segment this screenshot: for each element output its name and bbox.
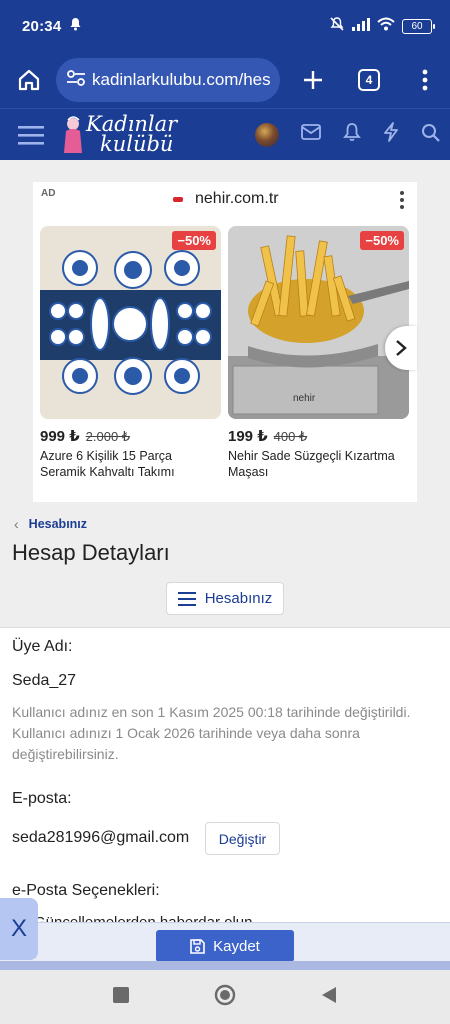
username-hint: Kullanıcı adınız en son 1 Kasım 2025 00:…: [12, 704, 411, 762]
home-icon: [18, 69, 40, 91]
ad-label: AD: [41, 188, 56, 199]
url-text: kadinlarkulubu.com/hesap: [92, 70, 270, 89]
chevron-left-icon: ‹: [14, 516, 19, 532]
notification-bell-icon: [69, 17, 82, 35]
product-title: Azure 6 Kişilik 15 Parça Seramik Kahvalt…: [40, 449, 175, 479]
save-bar: Kaydet: [0, 922, 450, 970]
username-label: Üye Adı:: [12, 638, 73, 655]
inbox-icon[interactable]: [301, 124, 321, 145]
product-image-fry-tongs: nehir −50%: [228, 226, 409, 419]
recents-button[interactable]: [112, 986, 129, 1008]
back-button[interactable]: [321, 986, 337, 1009]
product-price: 999 ₺: [40, 428, 80, 445]
username-value: Seda_27: [12, 672, 77, 689]
chevron-right-icon: [396, 340, 407, 356]
logo-figure-icon: [64, 115, 82, 153]
email-option-label: Güncellemelerden haberdar olun: [34, 914, 252, 922]
ad-product-2[interactable]: nehir −50% 199 ₺ 400 ₺ Nehir Sade Süzgeç…: [228, 226, 409, 480]
status-bar: 20:34 60: [0, 0, 450, 52]
site-settings-icon[interactable]: [66, 69, 86, 92]
mute-icon: [329, 16, 345, 36]
logo-line2: kulübü: [100, 131, 174, 156]
hamburger-icon: [18, 125, 44, 145]
svg-text:nehir: nehir: [293, 393, 316, 404]
product-title: Nehir Sade Süzgeçli Kızartma Maşası: [228, 449, 395, 479]
alerts-bell-icon[interactable]: [343, 122, 361, 147]
email-label: E-posta:: [12, 790, 72, 807]
battery-indicator: 60: [402, 18, 435, 34]
account-details-form: Üye Adı: Seda_27 Kullanıcı adınız en son…: [0, 628, 450, 922]
home-nav-button[interactable]: [214, 984, 236, 1011]
discount-badge: −50%: [360, 231, 404, 250]
site-header: Kadınlar kulübü: [0, 108, 450, 160]
ad-product-1[interactable]: −50% 999 ₺ 2.000 ₺ Azure 6 Kişilik 15 Pa…: [40, 226, 221, 480]
save-disk-icon: [190, 938, 205, 954]
page-content: AD nehir.com.tr −50% 999 ₺ 2.000 ₺ Azure…: [0, 160, 450, 922]
hamburger-menu-button[interactable]: [16, 120, 46, 150]
status-time: 20:34: [22, 17, 62, 35]
ad-options-button[interactable]: [399, 190, 405, 215]
signal-icon: [352, 17, 370, 35]
system-nav-bar: [0, 970, 450, 1024]
new-tab-button[interactable]: [298, 65, 328, 95]
bottom-strip: [0, 961, 450, 970]
product-old-price: 400 ₺: [273, 429, 308, 444]
product-price: 199 ₺: [228, 428, 268, 445]
site-logo[interactable]: Kadınlar kulübü: [62, 113, 177, 156]
whats-new-bolt-icon[interactable]: [383, 122, 399, 147]
product-image-tableware: −50%: [40, 226, 221, 419]
tab-switcher-button[interactable]: 4: [354, 65, 384, 95]
breadcrumb[interactable]: ‹ Hesabınız: [14, 516, 87, 532]
breadcrumb-link[interactable]: Hesabınız: [29, 517, 87, 531]
ad-card[interactable]: AD nehir.com.tr −50% 999 ₺ 2.000 ₺ Azure…: [33, 182, 417, 502]
search-icon[interactable]: [421, 123, 440, 147]
page-title: Hesap Detayları: [12, 540, 170, 565]
email-option-row[interactable]: Güncellemelerden haberdar olun: [12, 914, 252, 922]
product-old-price: 2.000 ₺: [85, 429, 131, 444]
change-email-button[interactable]: Değiştir: [205, 822, 280, 855]
ad-advertiser[interactable]: nehir.com.tr: [173, 190, 279, 208]
wifi-icon: [377, 17, 395, 35]
home-button[interactable]: [14, 65, 44, 95]
advertiser-logo-icon: [173, 196, 183, 202]
tab-count: 4: [358, 69, 380, 91]
back-triangle-icon: [322, 986, 337, 1003]
list-menu-icon: [177, 591, 196, 606]
account-menu-button[interactable]: Hesabınız: [166, 582, 284, 615]
more-vert-icon: [422, 69, 428, 91]
browser-toolbar: kadinlarkulubu.com/hesap 4: [0, 52, 450, 108]
save-button[interactable]: Kaydet: [156, 930, 294, 962]
square-icon: [112, 986, 129, 1003]
email-options-label: e-Posta Seçenekleri:: [12, 882, 160, 899]
circle-icon: [214, 984, 236, 1005]
url-bar[interactable]: kadinlarkulubu.com/hesap: [56, 58, 280, 102]
user-avatar[interactable]: [255, 122, 279, 147]
close-overlay-button[interactable]: X: [0, 898, 38, 960]
discount-badge: −50%: [172, 231, 216, 250]
email-value: seda281996@gmail.com: [12, 829, 190, 846]
advertiser-name: nehir.com.tr: [195, 190, 279, 207]
browser-menu-button[interactable]: [410, 65, 440, 95]
save-label: Kaydet: [213, 937, 260, 955]
plus-icon: [304, 71, 322, 89]
more-vert-icon: [400, 191, 404, 209]
account-menu-label: Hesabınız: [204, 590, 273, 607]
